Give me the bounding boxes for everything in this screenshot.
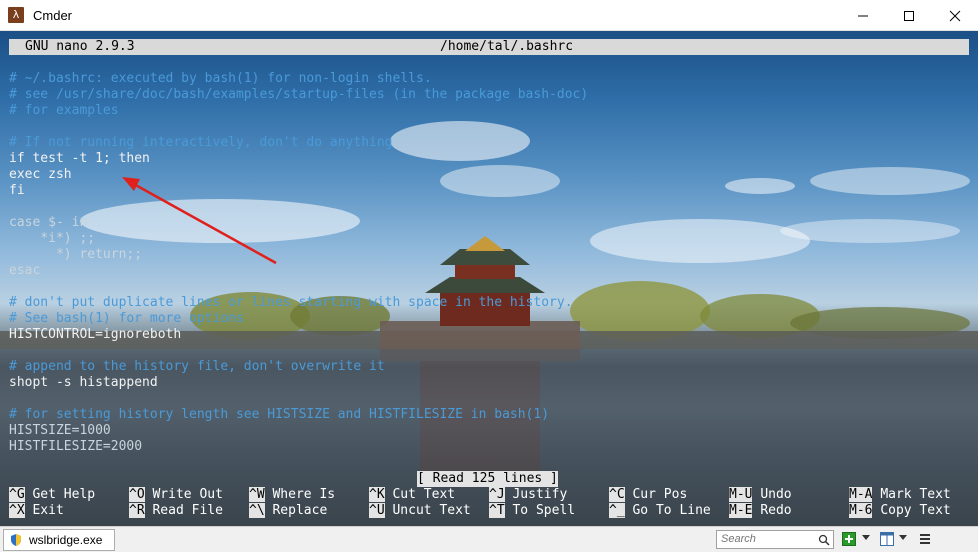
new-console-button[interactable] xyxy=(841,531,857,547)
search-input[interactable] xyxy=(721,533,819,545)
annotation-arrow xyxy=(122,177,277,265)
window-split-icon xyxy=(880,532,894,546)
maximize-icon xyxy=(904,10,914,21)
split-view-dropdown-icon[interactable] xyxy=(899,535,907,540)
window-controls xyxy=(840,0,978,31)
shield-icon xyxy=(11,534,21,546)
plus-icon xyxy=(842,532,856,546)
window-titlebar[interactable]: λ Cmder xyxy=(0,0,978,31)
new-console-dropdown-icon[interactable] xyxy=(862,535,870,540)
console-tab[interactable]: wslbridge.exe xyxy=(3,529,115,551)
close-button[interactable] xyxy=(932,0,978,31)
search-icon[interactable] xyxy=(818,534,830,546)
cmder-lambda-icon: λ xyxy=(8,7,24,23)
search-box[interactable] xyxy=(716,530,834,549)
terminal-area[interactable]: GNU nano 2.9.3 /home/tal/.bashrc # ~/.ba… xyxy=(0,31,978,526)
close-icon xyxy=(949,10,961,21)
split-view-button[interactable] xyxy=(879,531,895,547)
window-title: Cmder xyxy=(33,7,73,23)
console-tab-label: wslbridge.exe xyxy=(29,533,103,547)
minimize-icon xyxy=(858,15,868,16)
maximize-button[interactable] xyxy=(886,0,932,31)
menu-button[interactable] xyxy=(917,531,933,547)
hamburger-menu-icon xyxy=(920,534,930,544)
cmder-status-bar: wslbridge.exe xyxy=(0,526,978,552)
minimize-button[interactable] xyxy=(840,0,886,31)
